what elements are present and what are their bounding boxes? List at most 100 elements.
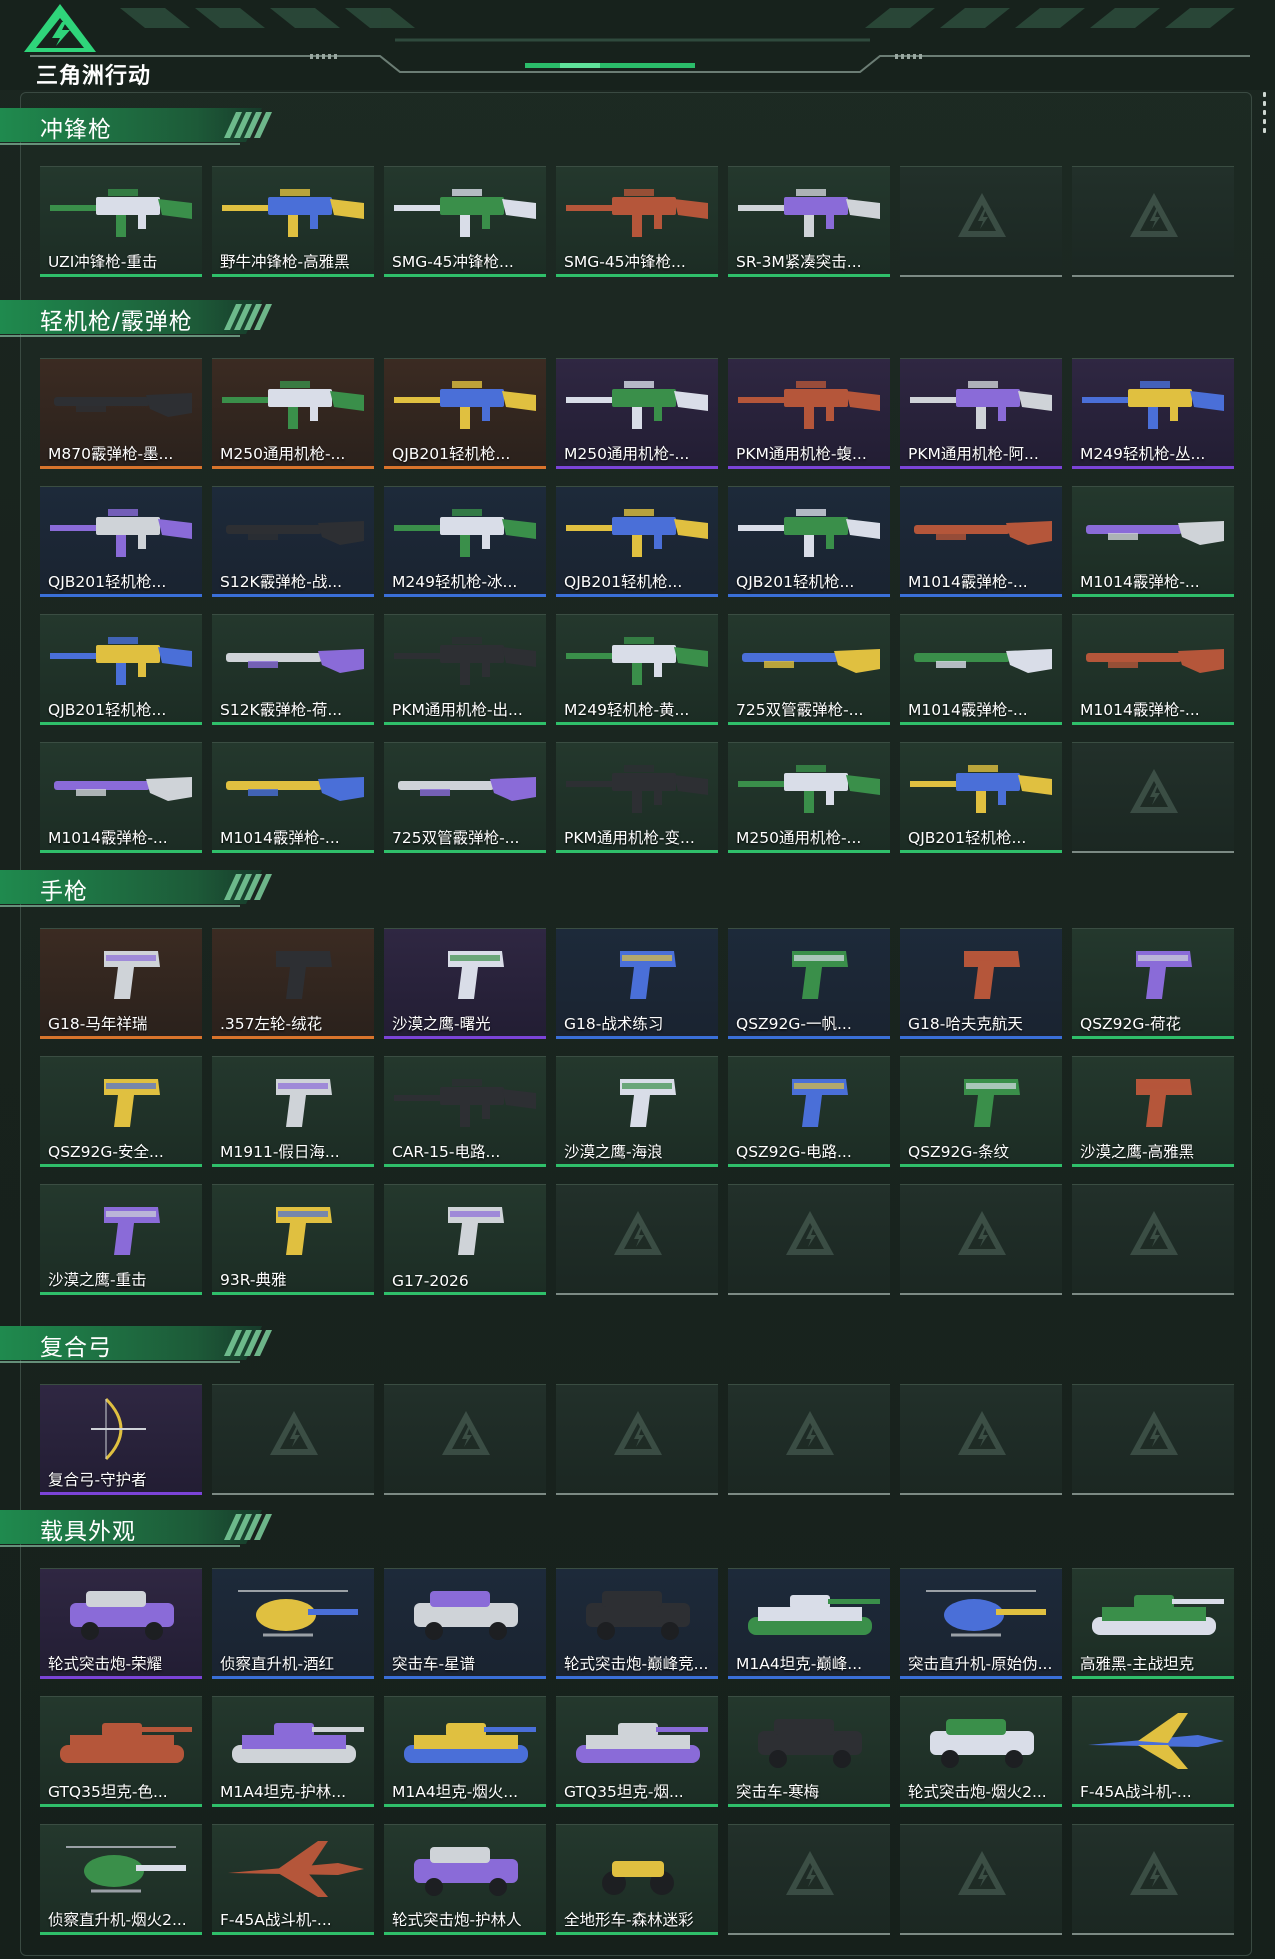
skin-card[interactable]: G17-2026 [384,1184,546,1295]
empty-slot[interactable] [556,1184,718,1295]
rarity-bar [212,274,374,277]
skin-card[interactable]: 轮式突击炮-巅峰竞... [556,1568,718,1679]
skin-card[interactable]: 高雅黑-主战坦克 [1072,1568,1234,1679]
skin-card[interactable]: 725双管霰弹枪-... [728,614,890,725]
empty-slot[interactable] [728,1384,890,1495]
skin-card[interactable]: M249轻机枪-丛... [1072,358,1234,469]
skin-card[interactable]: M249轻机枪-冰... [384,486,546,597]
skin-card[interactable]: F-45A战斗机-... [1072,1696,1234,1807]
empty-slot[interactable] [900,1184,1062,1295]
skin-card[interactable]: 轮式突击炮-荣耀 [40,1568,202,1679]
skin-card[interactable]: QJB201轻机枪... [728,486,890,597]
skin-card[interactable]: M250通用机枪-... [556,358,718,469]
empty-slot[interactable] [900,1824,1062,1935]
skin-card[interactable]: .357左轮-绒花 [212,928,374,1039]
skin-card[interactable]: M1014霰弹枪-... [212,742,374,853]
empty-slot[interactable] [212,1384,374,1495]
skin-card[interactable]: 725双管霰弹枪-... [384,742,546,853]
skin-card[interactable]: F-45A战斗机-... [212,1824,374,1935]
skin-card[interactable]: QJB201轻机枪... [40,614,202,725]
skin-card[interactable]: QSZ92G-电路... [728,1056,890,1167]
skin-card[interactable]: M1911-假日海... [212,1056,374,1167]
skin-card[interactable]: PKM通用机枪-变... [556,742,718,853]
rarity-bar [40,722,202,725]
skin-card[interactable]: 沙漠之鹰-高雅黑 [1072,1056,1234,1167]
skin-card[interactable]: M870霰弹枪-墨... [40,358,202,469]
skin-card[interactable]: M250通用机枪-... [212,358,374,469]
pistol-icon [792,951,848,999]
rarity-bar [556,1804,718,1807]
skin-card[interactable]: M1014霰弹枪-... [1072,614,1234,725]
empty-slot[interactable] [1072,1384,1234,1495]
empty-slot[interactable] [384,1384,546,1495]
skin-card[interactable]: 突击车-星谱 [384,1568,546,1679]
skin-card[interactable]: 复合弓-守护者 [40,1384,202,1495]
skin-card[interactable]: 93R-典雅 [212,1184,374,1295]
rarity-bar [1072,1676,1234,1679]
skin-card[interactable]: 突击车-寒梅 [728,1696,890,1807]
skin-card[interactable]: M1014霰弹枪-... [40,742,202,853]
empty-slot[interactable] [1072,1184,1234,1295]
empty-slot[interactable] [728,1184,890,1295]
skin-card[interactable]: SMG-45冲锋枪... [384,166,546,277]
skin-card[interactable]: 轮式突击炮-烟火2... [900,1696,1062,1807]
skin-card[interactable]: M1014霰弹枪-... [900,486,1062,597]
skin-card[interactable]: QJB201轻机枪... [40,486,202,597]
skin-card[interactable]: QJB201轻机枪... [384,358,546,469]
empty-slot[interactable] [1072,1824,1234,1935]
skin-card[interactable]: SR-3M紧凑突击... [728,166,890,277]
jet-icon [1088,1713,1224,1769]
skin-card[interactable]: 突击直升机-原始伪... [900,1568,1062,1679]
helicopter-icon [238,1590,358,1637]
empty-slot[interactable] [1072,742,1234,853]
skin-name: PKM通用机枪-阿... [908,445,1039,463]
skin-card[interactable]: S12K霰弹枪-战... [212,486,374,597]
rarity-bar [728,1493,890,1495]
pistol-icon [1136,951,1192,999]
rarity-bar [384,594,546,597]
bow-icon [91,1397,146,1461]
skin-card[interactable]: CAR-15-电路... [384,1056,546,1167]
skin-card[interactable]: 侦察直升机-烟火2... [40,1824,202,1935]
empty-slot[interactable] [556,1384,718,1495]
skin-card[interactable]: GTQ35坦克-色... [40,1696,202,1807]
skin-card[interactable]: S12K霰弹枪-荷... [212,614,374,725]
skin-card[interactable]: 全地形车-森林迷彩 [556,1824,718,1935]
empty-slot[interactable] [728,1824,890,1935]
skin-card[interactable]: QJB201轻机枪... [900,742,1062,853]
skin-card[interactable]: M1A4坦克-烟火... [384,1696,546,1807]
skin-card[interactable]: PKM通用机枪-出... [384,614,546,725]
skin-card[interactable]: M1014霰弹枪-... [900,614,1062,725]
skin-card[interactable]: QSZ92G-条纹 [900,1056,1062,1167]
skin-name: M1014霰弹枪-... [908,701,1028,719]
skin-card[interactable]: GTQ35坦克-烟... [556,1696,718,1807]
scroll-indicator[interactable] [1263,92,1267,137]
skin-card[interactable]: SMG-45冲锋枪... [556,166,718,277]
rarity-bar [40,1292,202,1295]
empty-slot[interactable] [1072,166,1234,277]
rarity-bar [212,1676,374,1679]
skin-card[interactable]: 野牛冲锋枪-高雅黑 [212,166,374,277]
empty-slot[interactable] [900,166,1062,277]
skin-card[interactable]: M1A4坦克-护林... [212,1696,374,1807]
skin-card[interactable]: G18-哈夫克航天 [900,928,1062,1039]
skin-card[interactable]: M250通用机枪-... [728,742,890,853]
skin-card[interactable]: 侦察直升机-酒红 [212,1568,374,1679]
skin-card[interactable]: 沙漠之鹰-重击 [40,1184,202,1295]
skin-card[interactable]: QJB201轻机枪... [556,486,718,597]
skin-card[interactable]: PKM通用机枪-蝮... [728,358,890,469]
skin-card[interactable]: 轮式突击炮-护林人 [384,1824,546,1935]
skin-card[interactable]: M1014霰弹枪-... [1072,486,1234,597]
empty-slot[interactable] [900,1384,1062,1495]
skin-card[interactable]: QSZ92G-一帆... [728,928,890,1039]
skin-card[interactable]: M1A4坦克-巅峰... [728,1568,890,1679]
skin-card[interactable]: M249轻机枪-黄... [556,614,718,725]
skin-card[interactable]: 沙漠之鹰-海浪 [556,1056,718,1167]
skin-card[interactable]: QSZ92G-荷花 [1072,928,1234,1039]
skin-card[interactable]: 沙漠之鹰-曙光 [384,928,546,1039]
skin-card[interactable]: UZI冲锋枪-重击 [40,166,202,277]
skin-card[interactable]: G18-马年祥瑞 [40,928,202,1039]
skin-card[interactable]: G18-战术练习 [556,928,718,1039]
skin-card[interactable]: PKM通用机枪-阿... [900,358,1062,469]
skin-card[interactable]: QSZ92G-安全... [40,1056,202,1167]
